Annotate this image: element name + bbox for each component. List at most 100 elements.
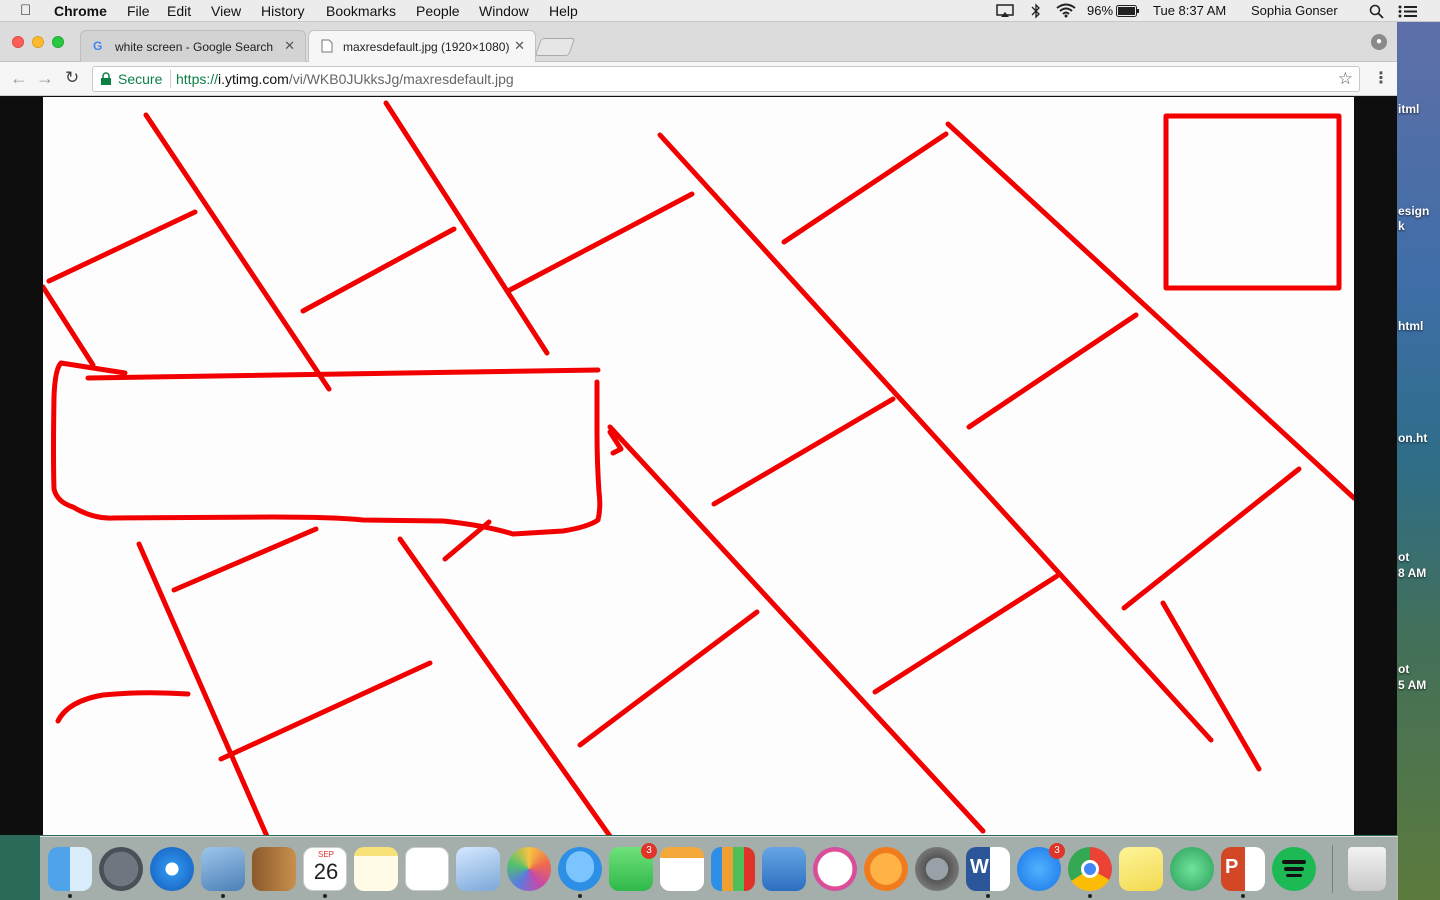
drawn-line — [711, 396, 896, 507]
notification-badge: 3 — [641, 843, 657, 859]
reminders-icon[interactable] — [405, 847, 449, 891]
desktop-file-label[interactable]: html — [1398, 319, 1423, 333]
tab-title: maxresdefault.jpg (1920×1080) — [343, 40, 510, 54]
drawn-line — [966, 312, 1139, 430]
preview-icon[interactable] — [456, 847, 500, 891]
photos-icon[interactable] — [507, 847, 551, 891]
close-tab-icon[interactable]: ✕ — [284, 38, 295, 54]
spotify-wave-icon — [1282, 860, 1306, 864]
minimize-window-button[interactable] — [32, 36, 44, 48]
red-line-drawing — [43, 100, 1354, 835]
spotlight-icon[interactable] — [1369, 4, 1384, 19]
desktop-file-label[interactable]: 8 AM — [1398, 566, 1426, 580]
running-indicator — [1241, 894, 1245, 898]
new-tab-button[interactable] — [534, 38, 576, 56]
tab-google-search[interactable]: G white screen - Google Search ✕ — [80, 30, 306, 62]
menu-people[interactable]: People — [416, 3, 460, 19]
atom-icon[interactable] — [1170, 847, 1214, 891]
powerpoint-icon[interactable]: P — [1221, 847, 1265, 891]
calendar-icon[interactable]: SEP 26 — [303, 847, 347, 891]
drawn-line — [46, 209, 198, 284]
close-tab-icon[interactable]: ✕ — [514, 38, 525, 54]
back-arrow-icon[interactable]: ← — [10, 68, 28, 89]
drawn-line — [171, 526, 319, 593]
menu-user-name[interactable]: Sophia Gonser — [1251, 3, 1338, 18]
drawn-square — [1163, 113, 1342, 291]
drawn-line — [872, 573, 1060, 695]
apple-icon[interactable]:  — [20, 2, 31, 19]
menu-bookmarks[interactable]: Bookmarks — [326, 3, 396, 19]
menu-app-name[interactable]: Chrome — [54, 3, 107, 19]
close-window-button[interactable] — [12, 36, 24, 48]
menu-edit[interactable]: Edit — [167, 3, 191, 19]
word-letter: W — [970, 856, 989, 878]
browser-toolbar: ← → ↻ Secure https://i.ytimg.com/vi/WKB0… — [0, 62, 1397, 96]
profile-avatar-icon[interactable]: ● — [1371, 34, 1387, 50]
safari-icon[interactable] — [150, 847, 194, 891]
drawn-curve — [55, 690, 191, 724]
desktop-file-label[interactable]: k — [1398, 219, 1405, 233]
menu-help[interactable]: Help — [549, 3, 578, 19]
menu-window[interactable]: Window — [479, 3, 529, 19]
chrome-menu-icon[interactable]: ⋮ — [1373, 68, 1389, 88]
app-store-icon[interactable]: 3 — [1017, 843, 1065, 891]
dock-divider — [1332, 845, 1333, 893]
address-bar[interactable]: Secure https://i.ytimg.com/vi/WKB0JUkksJ… — [92, 66, 1360, 92]
forward-arrow-icon[interactable]: → — [36, 68, 54, 89]
chrome-icon[interactable] — [1068, 847, 1112, 891]
spotify-wave-icon — [1284, 867, 1304, 871]
running-indicator — [1088, 894, 1092, 898]
desktop-file-label[interactable]: esign — [1398, 204, 1429, 218]
bluetooth-icon[interactable] — [1031, 3, 1041, 19]
menu-file[interactable]: File — [127, 3, 150, 19]
drawn-line — [397, 536, 613, 835]
pages-icon[interactable] — [660, 847, 704, 891]
tab-strip: G white screen - Google Search ✕ maxresd… — [0, 22, 1397, 62]
menu-clock[interactable]: Tue 8:37 AM — [1153, 3, 1226, 18]
battery-percent[interactable]: 96% — [1087, 3, 1113, 18]
desktop-file-label[interactable]: on.ht — [1398, 431, 1427, 445]
desktop-file-label[interactable]: itml — [1398, 102, 1419, 116]
itunes-icon[interactable] — [813, 847, 857, 891]
keynote-icon[interactable] — [762, 847, 806, 891]
tab-maxresdefault[interactable]: maxresdefault.jpg (1920×1080) ✕ — [308, 30, 536, 62]
spotify-icon[interactable] — [1272, 847, 1316, 891]
stickies-icon[interactable] — [1119, 847, 1163, 891]
battery-icon[interactable] — [1116, 5, 1140, 17]
spotify-wave-icon — [1286, 874, 1302, 877]
menu-view[interactable]: View — [211, 3, 241, 19]
reload-icon[interactable]: ↻ — [65, 68, 79, 88]
launchpad-icon[interactable] — [99, 847, 143, 891]
finder-icon[interactable] — [48, 847, 92, 891]
desktop-file-label[interactable]: ot — [1398, 550, 1409, 564]
maximize-window-button[interactable] — [52, 36, 64, 48]
messages-icon[interactable] — [558, 847, 602, 891]
page-icon — [321, 39, 333, 53]
facetime-icon[interactable]: 3 — [609, 843, 657, 891]
notification-badge: 3 — [1049, 843, 1065, 859]
mail-icon[interactable] — [201, 847, 245, 891]
system-preferences-icon[interactable] — [915, 847, 959, 891]
contacts-icon[interactable] — [252, 847, 296, 891]
drawn-line — [136, 541, 270, 835]
notes-icon[interactable] — [354, 847, 398, 891]
desktop-file-label[interactable]: 5 AM — [1398, 678, 1426, 692]
numbers-icon[interactable] — [711, 847, 755, 891]
menu-bar:  Chrome File Edit View History Bookmark… — [0, 0, 1440, 22]
airplay-icon[interactable] — [996, 4, 1014, 18]
calendar-month: SEP — [317, 850, 334, 859]
drawn-line — [505, 191, 695, 294]
drawn-line — [1160, 600, 1262, 772]
desktop-file-label[interactable]: ot — [1398, 662, 1409, 676]
url-text[interactable]: https://i.ytimg.com/vi/WKB0JUkksJg/maxre… — [176, 71, 514, 87]
wifi-icon[interactable] — [1056, 3, 1076, 18]
drawn-line — [143, 112, 332, 392]
notification-center-icon[interactable] — [1398, 5, 1418, 18]
word-icon[interactable]: W — [966, 847, 1010, 891]
trash-icon[interactable] — [1348, 847, 1386, 891]
menu-history[interactable]: History — [261, 3, 305, 19]
bookmark-star-icon[interactable]: ☆ — [1338, 69, 1353, 89]
ibooks-icon[interactable] — [864, 847, 908, 891]
drawn-line — [1121, 466, 1302, 611]
running-indicator — [323, 894, 327, 898]
